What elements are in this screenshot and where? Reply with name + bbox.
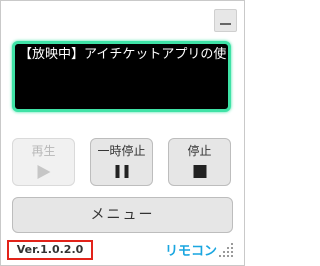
- menu-button[interactable]: メニュー: [12, 197, 233, 233]
- remote-window: 【放映中】アイチケットアプリの使い方 再生 一時停止 停止 メニュー Ver.1…: [0, 0, 245, 266]
- stop-label: 停止: [187, 144, 212, 158]
- minimize-button[interactable]: [214, 9, 237, 32]
- brand-label: リモコン: [165, 244, 218, 259]
- version-label: Ver.1.0.2.0: [7, 240, 93, 260]
- minimize-icon: [220, 23, 231, 25]
- stop-button[interactable]: 停止: [168, 138, 231, 186]
- pause-label: 一時停止: [97, 144, 146, 158]
- pause-icon: [115, 165, 128, 178]
- play-label: 再生: [31, 144, 56, 158]
- resize-grip-icon[interactable]: [219, 241, 235, 257]
- play-icon: [37, 165, 50, 179]
- now-showing-text: 【放映中】アイチケットアプリの使い方: [19, 47, 226, 62]
- now-showing-display: 【放映中】アイチケットアプリの使い方: [12, 41, 231, 112]
- play-button[interactable]: 再生: [12, 138, 75, 186]
- stop-icon: [193, 165, 206, 178]
- pause-button[interactable]: 一時停止: [90, 138, 153, 186]
